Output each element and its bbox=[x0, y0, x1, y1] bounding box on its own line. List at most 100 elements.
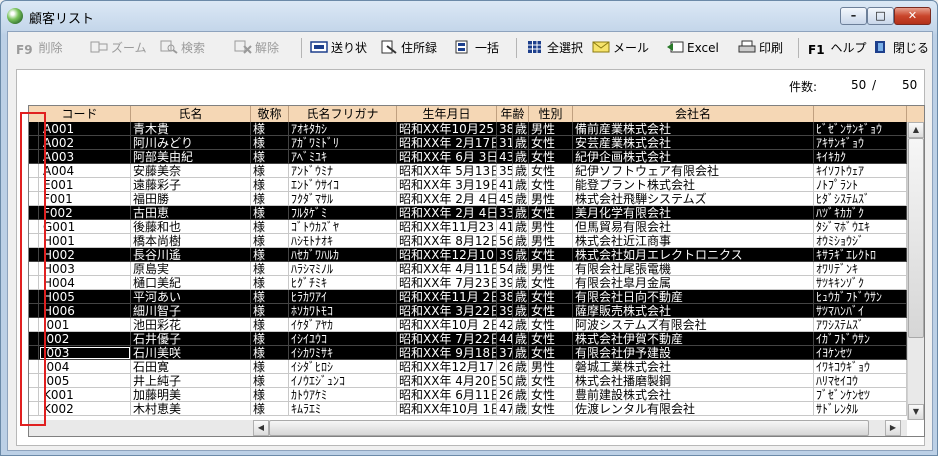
cell-honorific[interactable]: 様 bbox=[251, 290, 289, 304]
column-header[interactable] bbox=[814, 106, 907, 122]
cell-company[interactable]: 美月化学有限会社 bbox=[573, 206, 814, 220]
cell-birth[interactable]: 昭和XX年12月10日 bbox=[397, 248, 497, 262]
cell-kana[interactable]: ｲｼｲﾕｳｺ bbox=[289, 332, 397, 346]
cell-honorific[interactable]: 様 bbox=[251, 332, 289, 346]
cell-honorific[interactable]: 様 bbox=[251, 388, 289, 402]
help-button[interactable]: F1 ヘルプ bbox=[808, 38, 867, 58]
cell-age[interactable]: 44 bbox=[497, 332, 513, 346]
cell-honorific[interactable]: 様 bbox=[251, 192, 289, 206]
cell-kana[interactable]: ﾋｸﾞﾁﾐｷ bbox=[289, 276, 397, 290]
cell-age[interactable]: 43 bbox=[497, 150, 513, 164]
column-header[interactable]: 氏名フリガナ bbox=[289, 106, 397, 122]
cell-gender[interactable]: 女性 bbox=[529, 290, 573, 304]
table-row[interactable]: H002 長谷川遙様ﾊｾｶﾞﾜﾊﾙｶ 昭和XX年12月10日 39 歳女性 株式会社如月エ… bbox=[29, 248, 907, 262]
table-row[interactable]: H003 原島実様ﾊﾗｼﾏﾐﾉﾙ 昭和XX年 4月11日 54 歳男性 有限会社尾張電機ｵ… bbox=[29, 262, 907, 276]
cell-code[interactable]: I005 bbox=[39, 374, 131, 388]
column-header[interactable]: 生年月日 bbox=[397, 106, 497, 122]
cell-gender[interactable]: 男性 bbox=[529, 192, 573, 206]
cell-birth[interactable]: 昭和XX年 8月12日 bbox=[397, 234, 497, 248]
cell-code[interactable]: A002 bbox=[39, 136, 131, 150]
cell-company[interactable]: 佐渡レンタル有限会社 bbox=[573, 402, 814, 416]
cell-honorific[interactable]: 様 bbox=[251, 262, 289, 276]
excel-button[interactable]: Excel bbox=[666, 38, 719, 58]
cell-company[interactable]: 有限会社伊予建設 bbox=[573, 346, 814, 360]
cell-name[interactable]: 遠藤彩子 bbox=[131, 178, 251, 192]
cell-honorific[interactable]: 様 bbox=[251, 276, 289, 290]
cell-kana[interactable]: ｱｵｷﾀｶｼ bbox=[289, 122, 397, 136]
cell-unit[interactable]: 歳 bbox=[513, 234, 529, 248]
table-row[interactable]: A002 阿川みどり様ｱｶﾞﾜﾐﾄﾞﾘ 昭和XX年 2月17日 31 歳女性 安芸産業株式… bbox=[29, 136, 907, 150]
cell-code[interactable]: I002 bbox=[39, 332, 131, 346]
horizontal-scroll-thumb[interactable] bbox=[269, 420, 869, 436]
cell-kana[interactable]: ｲｼﾀﾞﾋﾛｼ bbox=[289, 360, 397, 374]
cell-birth[interactable]: 昭和XX年 4月11日 bbox=[397, 262, 497, 276]
cell-code[interactable]: F002 bbox=[39, 206, 131, 220]
cell-age[interactable]: 41 bbox=[497, 220, 513, 234]
cell-company-kana[interactable]: ｻﾂﾏﾊﾝﾊﾞｲ bbox=[814, 304, 907, 318]
cell-kana[interactable]: ｱｶﾞﾜﾐﾄﾞﾘ bbox=[289, 136, 397, 150]
cell-honorific[interactable]: 様 bbox=[251, 402, 289, 416]
cell-company-kana[interactable]: ｵｳﾐｼｮｳｼﾞ bbox=[814, 234, 907, 248]
table-row[interactable]: H004 樋口美紀様ﾋｸﾞﾁﾐｷ 昭和XX年 7月23日 39 歳女性 有限会社皐月金属ｻ… bbox=[29, 276, 907, 290]
table-row[interactable]: K001 加藤明美様ｶﾄｳｱｹﾐ 昭和XX年 6月11日 26 歳女性 豊前建設株式会社ﾌ… bbox=[29, 388, 907, 402]
cell-name[interactable]: 加藤明美 bbox=[131, 388, 251, 402]
cell-gender[interactable]: 男性 bbox=[529, 360, 573, 374]
cell-age[interactable]: 41 bbox=[497, 178, 513, 192]
cell-company[interactable]: 株式会社伊賀不動産 bbox=[573, 332, 814, 346]
cell-gender[interactable]: 女性 bbox=[529, 206, 573, 220]
cell-age[interactable]: 54 bbox=[497, 262, 513, 276]
cell-code[interactable]: H003 bbox=[39, 262, 131, 276]
cell-code[interactable]: A001 bbox=[39, 122, 131, 136]
cell-name[interactable]: 井上純子 bbox=[131, 374, 251, 388]
cell-birth[interactable]: 昭和XX年 7月22日 bbox=[397, 332, 497, 346]
cell-honorific[interactable]: 様 bbox=[251, 122, 289, 136]
cell-unit[interactable]: 歳 bbox=[513, 192, 529, 206]
cell-gender[interactable]: 女性 bbox=[529, 136, 573, 150]
table-row[interactable]: I004 石田寛様ｲｼﾀﾞﾋﾛｼ 昭和XX年12月17日 26 歳男性 磐城工業株式会社ｲ… bbox=[29, 360, 907, 374]
cell-name[interactable]: 安藤美奈 bbox=[131, 164, 251, 178]
scroll-right-button[interactable]: ▶ bbox=[885, 420, 901, 436]
cell-kana[interactable]: ｶﾄｳｱｹﾐ bbox=[289, 388, 397, 402]
batch-button[interactable]: 一括 bbox=[454, 38, 499, 58]
cell-code[interactable]: F001 bbox=[39, 192, 131, 206]
cell-code[interactable]: G001 bbox=[39, 220, 131, 234]
vertical-scroll-thumb[interactable] bbox=[908, 138, 924, 338]
cell-honorific[interactable]: 様 bbox=[251, 220, 289, 234]
cell-name[interactable]: 石田寛 bbox=[131, 360, 251, 374]
print-button[interactable]: 印刷 bbox=[738, 38, 783, 58]
cell-company[interactable]: 有限会社尾張電機 bbox=[573, 262, 814, 276]
cell-birth[interactable]: 昭和XX年11月 2日 bbox=[397, 290, 497, 304]
cell-code[interactable]: I004 bbox=[39, 360, 131, 374]
cell-honorific[interactable]: 様 bbox=[251, 234, 289, 248]
cell-honorific[interactable]: 様 bbox=[251, 206, 289, 220]
cell-company-kana[interactable]: ｻﾂｷｷﾝｿﾞｸ bbox=[814, 276, 907, 290]
cell-company-kana[interactable]: ﾊﾘﾏｾｲｺｳ bbox=[814, 374, 907, 388]
maximize-button[interactable]: □ bbox=[867, 7, 894, 25]
cell-code[interactable]: H001 bbox=[39, 234, 131, 248]
table-row[interactable]: I001 池田彩花様ｲｹﾀﾞｱﾔｶ 昭和XX年10月 2日 42 歳女性 阿波システムズ有… bbox=[29, 318, 907, 332]
cell-company[interactable]: 有限会社皐月金属 bbox=[573, 276, 814, 290]
cell-company[interactable]: 磐城工業株式会社 bbox=[573, 360, 814, 374]
cell-unit[interactable]: 歳 bbox=[513, 388, 529, 402]
cell-company[interactable]: 株式会社播磨製鋼 bbox=[573, 374, 814, 388]
horizontal-scrollbar[interactable]: ◀ ▶ bbox=[29, 420, 907, 436]
cell-age[interactable]: 37 bbox=[497, 346, 513, 360]
cell-honorific[interactable]: 様 bbox=[251, 248, 289, 262]
cell-company[interactable]: 能登プラント株式会社 bbox=[573, 178, 814, 192]
cell-birth[interactable]: 昭和XX年 7月23日 bbox=[397, 276, 497, 290]
close-window-button[interactable]: ✕ bbox=[894, 7, 931, 25]
cell-age[interactable]: 50 bbox=[497, 374, 513, 388]
cell-company[interactable]: 豊前建設株式会社 bbox=[573, 388, 814, 402]
cell-code[interactable]: K001 bbox=[39, 388, 131, 402]
cell-company[interactable]: 備前産業株式会社 bbox=[573, 122, 814, 136]
cell-birth[interactable]: 昭和XX年10月25日 bbox=[397, 122, 497, 136]
table-row[interactable]: G001 後藤和也様ｺﾞﾄｳｶｽﾞﾔ 昭和XX年11月23日 41 歳男性 但馬貿易有限会… bbox=[29, 220, 907, 234]
cell-company[interactable]: 有限会社日向不動産 bbox=[573, 290, 814, 304]
table-row[interactable]: I003 石川美咲様ｲｼｶﾜﾐｻｷ 昭和XX年 9月18日 37 歳女性 有限会社伊予建設… bbox=[29, 346, 907, 360]
close-button[interactable]: 閉じる bbox=[872, 38, 929, 58]
cell-age[interactable]: 31 bbox=[497, 136, 513, 150]
cell-age[interactable]: 33 bbox=[497, 206, 513, 220]
cell-company[interactable]: 紀伊企画株式会社 bbox=[573, 150, 814, 164]
cell-unit[interactable]: 歳 bbox=[513, 360, 529, 374]
cell-kana[interactable]: ｺﾞﾄｳｶｽﾞﾔ bbox=[289, 220, 397, 234]
